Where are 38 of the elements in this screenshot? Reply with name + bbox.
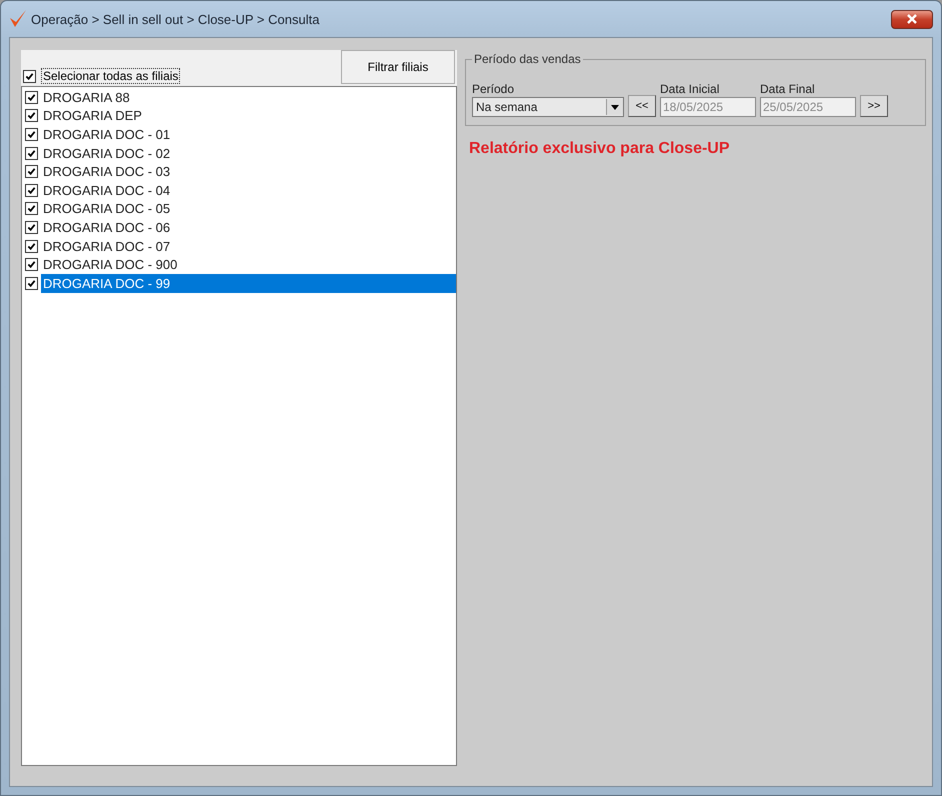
branch-item[interactable]: DROGARIA DOC - 07 [41, 236, 456, 256]
branch-item[interactable]: DROGARIA DOC - 06 [41, 218, 456, 237]
branch-item[interactable]: DROGARIA DOC - 900 [41, 255, 456, 274]
group-title: Período das vendas [473, 52, 582, 66]
branch-item[interactable]: DROGARIA DOC - 99 [41, 274, 456, 293]
checkbox[interactable] [25, 258, 38, 272]
filter-button[interactable]: Filtrar filiais [341, 50, 455, 84]
checkbox[interactable] [25, 276, 38, 290]
checkmark-logo-icon [9, 9, 27, 29]
branch-item[interactable]: DROGARIA 88 [41, 88, 456, 107]
branch-item[interactable]: DROGARIA DOC - 03 [41, 162, 456, 181]
close-button[interactable] [891, 10, 933, 28]
select-all-label[interactable]: Selecionar todas as filiais [41, 68, 180, 84]
checkbox[interactable] [25, 146, 38, 160]
dropdown-arrow-icon [611, 104, 619, 110]
checkbox[interactable] [25, 128, 38, 141]
previous-button[interactable]: << [628, 95, 656, 117]
checkbox[interactable] [25, 240, 38, 253]
checkbox[interactable] [25, 202, 38, 216]
branch-item[interactable]: DROGARIA DOC - 05 [41, 200, 456, 218]
window-title: Operação > Sell in sell out > Close-UP > Consulta [31, 12, 320, 26]
checkbox[interactable] [25, 109, 38, 122]
checkbox[interactable] [25, 220, 38, 234]
start-date-label: Data Inicial [660, 82, 720, 96]
checkbox[interactable] [25, 165, 38, 178]
checkbox[interactable] [25, 90, 38, 104]
checkbox[interactable] [25, 184, 38, 197]
branch-item[interactable]: DROGARIA DOC - 02 [41, 144, 456, 162]
select-all-checkbox[interactable] [23, 70, 36, 82]
period-label: Período [472, 82, 516, 96]
close-icon [907, 14, 917, 24]
period-dropdown[interactable]: Na semana [472, 97, 624, 117]
branch-item[interactable]: DROGARIA DOC - 01 [41, 125, 456, 144]
next-button[interactable]: >> [860, 95, 888, 117]
branch-item[interactable]: DROGARIA DOC - 04 [41, 180, 456, 200]
notice-text: Relatório exclusivo para Close-UP [469, 140, 731, 158]
end-date-label: Data Final [760, 82, 816, 96]
branch-item[interactable]: DROGARIA DEP [41, 106, 456, 126]
